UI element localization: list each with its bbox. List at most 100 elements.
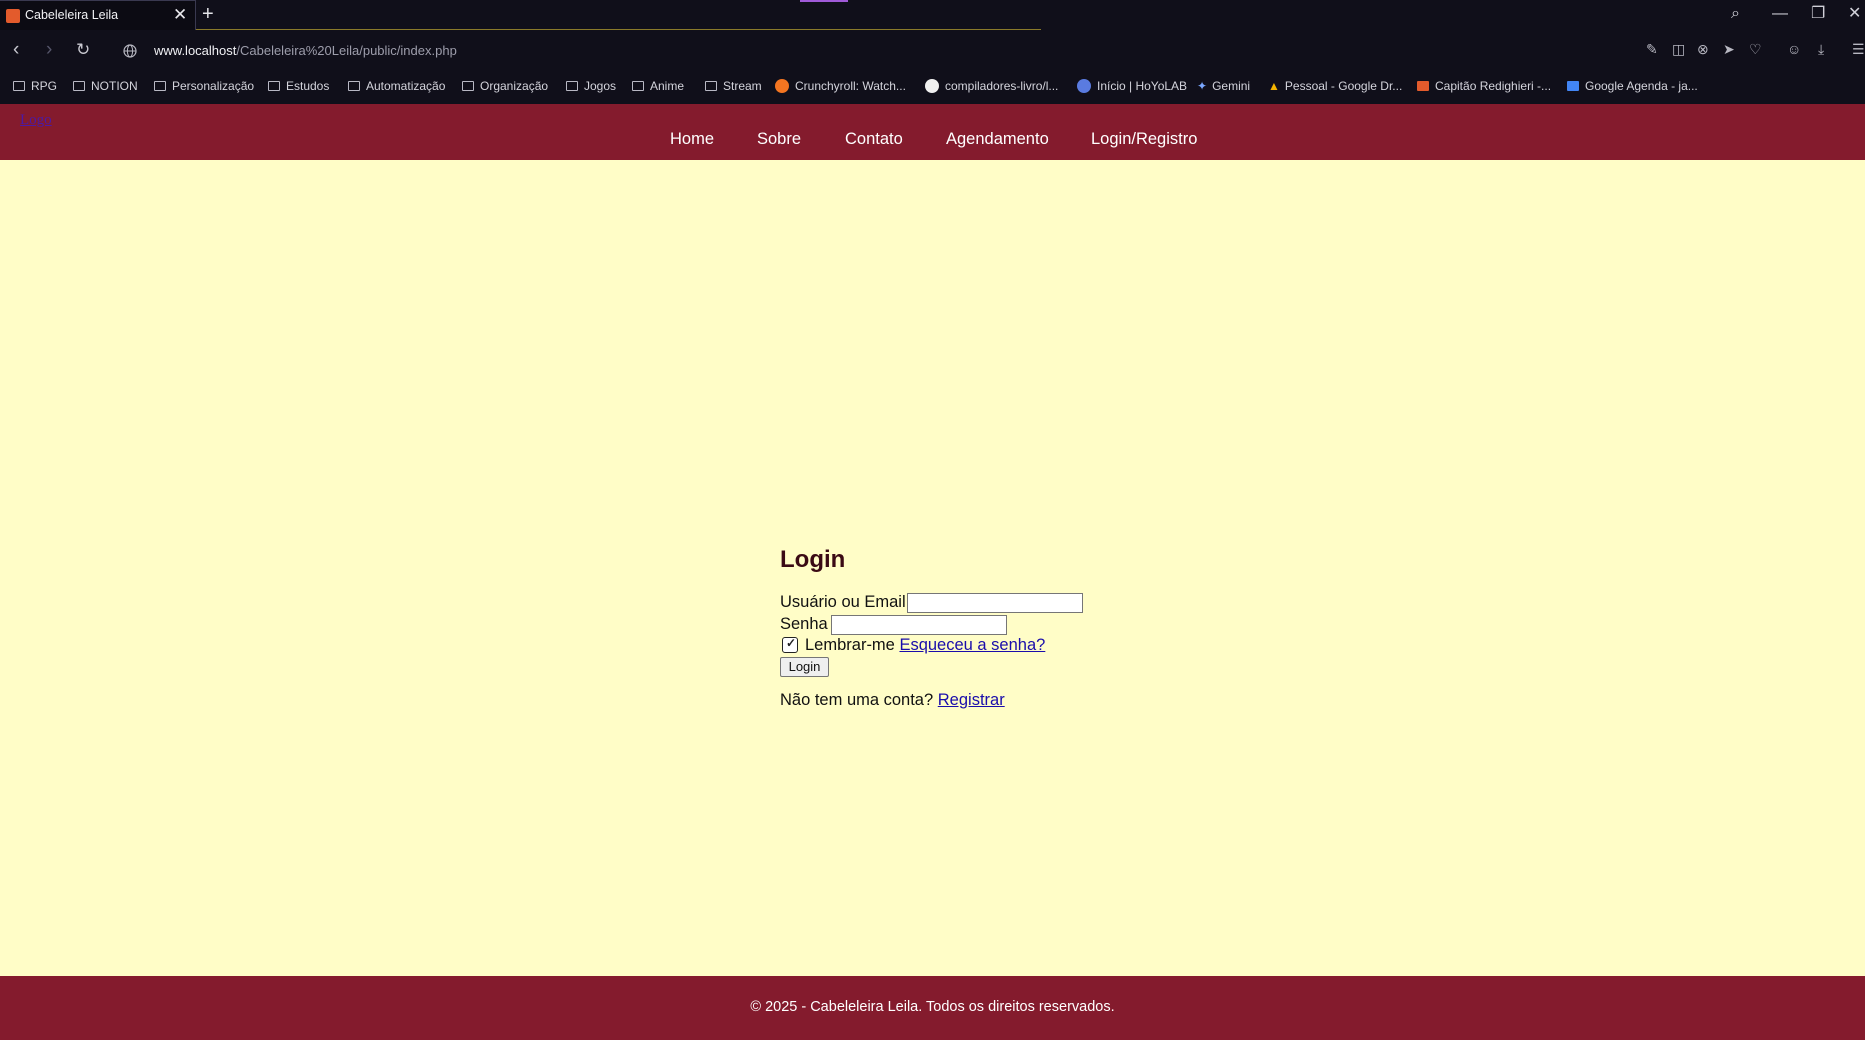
- search-tabs-icon[interactable]: ⌕: [1731, 4, 1740, 24]
- google-drive-icon: ▲: [1268, 79, 1280, 93]
- google-calendar-icon: [1567, 81, 1579, 91]
- site-header: Logo Home Sobre Contato Agendamento Logi…: [0, 104, 1865, 160]
- nav-home[interactable]: Home: [670, 130, 714, 149]
- edit-page-icon[interactable]: ✎: [1646, 41, 1658, 57]
- forward-button[interactable]: ›: [46, 40, 52, 60]
- bookmark-label: Organização: [480, 79, 549, 93]
- bookmark-label: Google Agenda - ja...: [1585, 79, 1698, 93]
- gemini-icon: ✦: [1197, 79, 1208, 93]
- bookmark-github[interactable]: compiladores-livro/l...: [925, 76, 1058, 96]
- camera-icon[interactable]: ◫: [1672, 41, 1685, 57]
- adblock-icon[interactable]: ⊗: [1697, 41, 1709, 57]
- logo-link[interactable]: Logo: [20, 112, 52, 129]
- close-window-button[interactable]: ✕: [1848, 4, 1861, 24]
- footer-copyright: © 2025 - Cabeleleira Leila. Todos os dir…: [750, 999, 1115, 1015]
- bookmark-gemini[interactable]: ✦ Gemini: [1197, 76, 1250, 96]
- download-icon[interactable]: ⤓: [1818, 41, 1824, 57]
- folder-icon: [348, 81, 360, 91]
- folder-icon: [705, 81, 717, 91]
- bookmark-label: compiladores-livro/l...: [945, 79, 1059, 93]
- bookmark-label: Anime: [650, 79, 685, 93]
- address-bar-row: ‹ › ↻ www.localhost/Cabeleleira%20Leila/…: [0, 30, 1865, 72]
- main-content: Login Usuário ou Email Senha ✓ Lembrar-m…: [0, 160, 1865, 976]
- login-submit-button[interactable]: Login: [780, 657, 829, 677]
- bookmark-label: NOTION: [91, 79, 138, 93]
- tab-accent: [800, 0, 848, 2]
- xampp-favicon-icon: [6, 9, 20, 23]
- browser-chrome: Cabeleleira Leila ✕ + ⌕ — ❐ ✕ ‹ › ↻ www.…: [0, 0, 1865, 104]
- bookmark-stream[interactable]: Stream: [705, 76, 762, 96]
- tab-title: Cabeleleira Leila: [25, 8, 119, 22]
- nav-contato[interactable]: Contato: [845, 130, 903, 149]
- folder-icon: [632, 81, 644, 91]
- bookmark-automatizacao[interactable]: Automatização: [348, 76, 445, 96]
- restore-button[interactable]: ❐: [1811, 4, 1825, 24]
- bookmark-personalizacao[interactable]: Personalização: [154, 76, 254, 96]
- menu-icon[interactable]: ☰: [1852, 41, 1865, 57]
- bookmark-capitao[interactable]: Capitão Redighieri -...: [1417, 76, 1551, 96]
- bookmark-hoyolab[interactable]: Início | HoYoLAB: [1077, 76, 1187, 96]
- bookmark-crunchyroll[interactable]: Crunchyroll: Watch...: [775, 76, 906, 96]
- bookmark-label: Crunchyroll: Watch...: [795, 79, 906, 93]
- bookmark-label: Personalização: [172, 79, 255, 93]
- folder-icon: [154, 81, 166, 91]
- login-title: Login: [780, 546, 846, 573]
- globe-icon: [123, 44, 137, 58]
- bookmark-estudos[interactable]: Estudos: [268, 76, 329, 96]
- remember-label: Lembrar-me: [805, 636, 895, 654]
- bookmark-label: Stream: [723, 79, 762, 93]
- tab-bar: Cabeleleira Leila ✕ + ⌕ — ❐ ✕: [0, 0, 1865, 30]
- bookmark-label: Pessoal - Google Dr...: [1284, 79, 1403, 93]
- nav-login-registro[interactable]: Login/Registro: [1091, 130, 1197, 149]
- close-tab-icon[interactable]: ✕: [173, 4, 187, 26]
- bookmark-rpg[interactable]: RPG: [13, 76, 57, 96]
- password-input[interactable]: [831, 615, 1007, 635]
- remember-checkbox[interactable]: ✓: [782, 636, 798, 653]
- user-input[interactable]: [907, 593, 1083, 613]
- site-footer: © 2025 - Cabeleleira Leila. Todos os dir…: [0, 976, 1865, 1040]
- address-bar[interactable]: www.localhost/Cabeleleira%20Leila/public…: [154, 43, 457, 58]
- password-label: Senha: [780, 615, 828, 633]
- new-tab-button[interactable]: +: [202, 1, 214, 27]
- heart-icon[interactable]: ♡: [1749, 41, 1762, 57]
- bookmark-label: RPG: [31, 79, 58, 93]
- folder-icon: [13, 81, 25, 91]
- back-button[interactable]: ‹: [13, 40, 19, 60]
- folder-icon: [268, 81, 280, 91]
- bookmark-label: Estudos: [286, 79, 330, 93]
- minimize-button[interactable]: —: [1772, 4, 1788, 24]
- bookmark-notion[interactable]: NOTION: [73, 76, 138, 96]
- bookmark-label: Automatização: [366, 79, 446, 93]
- github-icon: [925, 79, 939, 93]
- register-row: Não tem uma conta? Registrar: [780, 691, 1005, 710]
- remember-row: Lembrar-me Esqueceu a senha?: [805, 636, 1045, 655]
- profile-icon[interactable]: ☺: [1787, 41, 1801, 57]
- send-icon[interactable]: ➤: [1723, 41, 1735, 57]
- bookmark-jogos[interactable]: Jogos: [566, 76, 616, 96]
- bookmark-label: Capitão Redighieri -...: [1435, 79, 1552, 93]
- reload-button[interactable]: ↻: [76, 40, 90, 60]
- folder-icon: [566, 81, 578, 91]
- bookmark-label: Gemini: [1212, 79, 1251, 93]
- bookmark-organizacao[interactable]: Organização: [462, 76, 548, 96]
- nav-agendamento[interactable]: Agendamento: [946, 130, 1049, 149]
- forgot-password-link[interactable]: Esqueceu a senha?: [899, 636, 1045, 654]
- bookmark-google-drive[interactable]: ▲ Pessoal - Google Dr...: [1268, 76, 1402, 96]
- bookmark-label: Jogos: [584, 79, 617, 93]
- bookmark-anime[interactable]: Anime: [632, 76, 684, 96]
- folder-icon: [73, 81, 85, 91]
- bookmark-google-agenda[interactable]: Google Agenda - ja...: [1567, 76, 1698, 96]
- url-path: /Cabeleleira%20Leila/public/index.php: [236, 43, 457, 58]
- url-host: www.localhost: [154, 43, 237, 58]
- crunchyroll-icon: [775, 79, 789, 93]
- register-link[interactable]: Registrar: [938, 691, 1005, 709]
- no-account-text: Não tem uma conta?: [780, 691, 934, 709]
- bookmark-label: Início | HoYoLAB: [1097, 79, 1188, 93]
- hoyolab-icon: [1077, 79, 1091, 93]
- bookmarks-bar: RPG NOTION Personalização Estudos Automa…: [0, 72, 1865, 104]
- browser-tab[interactable]: Cabeleleira Leila ✕: [0, 0, 196, 30]
- checkmark-icon: ✓: [786, 636, 797, 650]
- xampp-icon: [1417, 81, 1429, 91]
- nav-sobre[interactable]: Sobre: [757, 130, 801, 149]
- user-label: Usuário ou Email: [780, 593, 906, 611]
